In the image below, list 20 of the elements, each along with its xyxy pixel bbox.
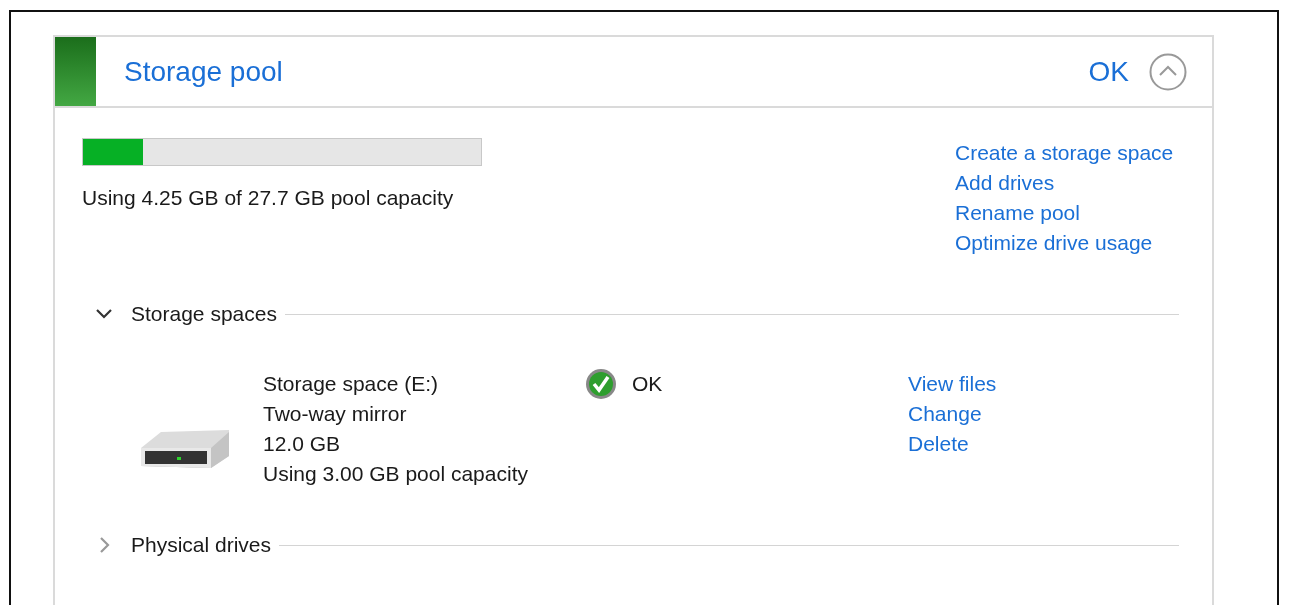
panel-title: Storage pool <box>124 55 284 88</box>
action-link[interactable]: Change <box>908 399 982 429</box>
status-stripe <box>55 37 96 106</box>
usage-text: Using 4.25 GB of 27.7 GB pool capacity <box>82 185 455 211</box>
action-link[interactable]: View files <box>908 369 997 399</box>
space-detail: Two-way mirror <box>263 401 408 427</box>
action-link[interactable]: Create a storage space <box>955 138 1174 168</box>
section-title: Physical drives <box>131 533 272 557</box>
space-name: Storage space (E:) <box>263 371 440 397</box>
status-text: OK <box>1088 55 1129 88</box>
action-link[interactable]: Add drives <box>955 168 1055 198</box>
status-text: OK <box>632 372 663 396</box>
action-link[interactable]: Delete <box>908 429 969 459</box>
action-link[interactable]: Rename pool <box>955 198 1080 228</box>
action-link[interactable]: Optimize drive usage <box>955 228 1153 258</box>
space-detail: 12.0 GB <box>263 431 342 457</box>
check-icon <box>585 368 617 400</box>
collapse-button[interactable] <box>1149 52 1187 91</box>
section-title: Storage spaces <box>131 302 277 326</box>
space-detail: Using 3.00 GB pool capacity <box>263 461 529 487</box>
